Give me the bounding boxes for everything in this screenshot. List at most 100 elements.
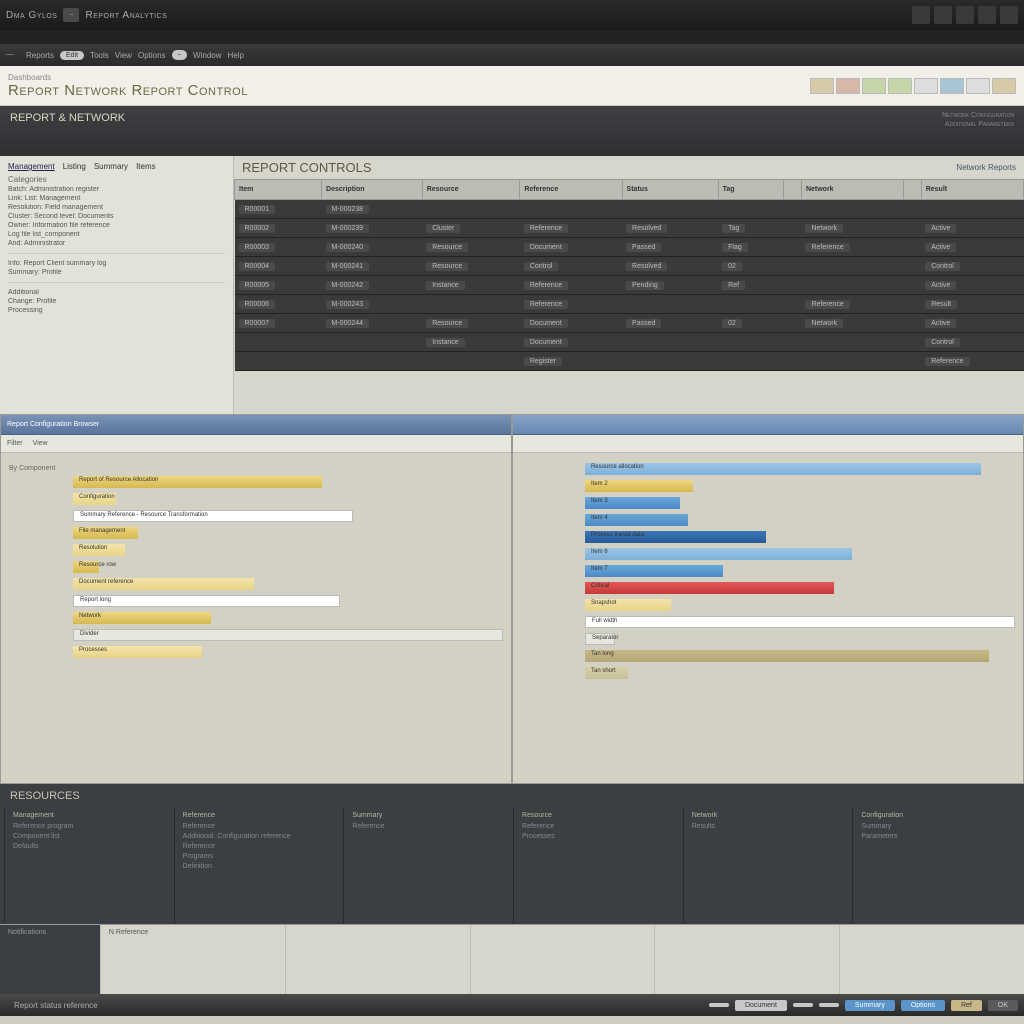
footer-link[interactable]: Component list bbox=[13, 833, 164, 840]
chart-bar[interactable]: Tan long bbox=[585, 650, 989, 662]
chart-bar[interactable]: Network bbox=[73, 612, 211, 624]
table-header[interactable] bbox=[784, 180, 802, 200]
sidebar-tab[interactable]: Summary bbox=[94, 162, 128, 171]
table-row[interactable]: R00005M-000242InstanceReferencePendingRe… bbox=[235, 276, 1024, 295]
footer-link[interactable]: Definition bbox=[183, 863, 334, 870]
status-item[interactable]: Options bbox=[901, 1000, 945, 1011]
footer-link[interactable]: Results bbox=[692, 823, 843, 830]
thumbnail[interactable] bbox=[810, 78, 834, 94]
table-row[interactable]: R00004M-000241ResourceControlResolved02C… bbox=[235, 257, 1024, 276]
chart-bar[interactable]: Item 2 bbox=[585, 480, 693, 492]
sidebar-line[interactable]: Summary: Profile bbox=[8, 269, 225, 276]
sidebar-line[interactable]: Processing bbox=[8, 307, 225, 314]
header-icon[interactable] bbox=[912, 6, 930, 24]
chart-bar[interactable]: Item 6 bbox=[585, 548, 852, 560]
thumbnail[interactable] bbox=[862, 78, 886, 94]
footer-link[interactable]: Processes bbox=[522, 833, 673, 840]
chart-bar[interactable]: Critical bbox=[585, 582, 834, 594]
table-header[interactable]: Resource bbox=[422, 180, 520, 200]
toolbar-item[interactable]: Window bbox=[193, 51, 221, 60]
sidebar-line[interactable]: Change: Profile bbox=[8, 298, 225, 305]
header-icon[interactable] bbox=[1000, 6, 1018, 24]
sidebar-line[interactable]: Cluster: Second level: Documents bbox=[8, 213, 225, 220]
status-item[interactable]: OK bbox=[988, 1000, 1018, 1011]
sidebar-line[interactable]: Link: List: Management bbox=[8, 195, 225, 202]
table-header[interactable]: Reference bbox=[520, 180, 622, 200]
status-item[interactable]: Summary bbox=[845, 1000, 895, 1011]
status-item[interactable] bbox=[709, 1003, 729, 1007]
table-row[interactable]: R00002M-000239ClusterReferenceResolvedTa… bbox=[235, 219, 1024, 238]
chart-bar[interactable]: Tan short bbox=[585, 667, 628, 679]
status-item[interactable]: Ref bbox=[951, 1000, 982, 1011]
thumbnail[interactable] bbox=[888, 78, 912, 94]
chart-bar[interactable]: Resource row bbox=[73, 561, 99, 573]
thumbnail[interactable] bbox=[966, 78, 990, 94]
table-header[interactable]: Status bbox=[622, 180, 718, 200]
header-icon[interactable] bbox=[956, 6, 974, 24]
thumbnail[interactable] bbox=[992, 78, 1016, 94]
panel-titlebar[interactable]: Report Configuration Browser bbox=[1, 415, 511, 435]
footer-link[interactable]: Parameters bbox=[861, 833, 1012, 840]
header-icon[interactable] bbox=[978, 6, 996, 24]
chart-bar[interactable]: Full width bbox=[585, 616, 1015, 628]
footer-link[interactable]: Defaults bbox=[13, 843, 164, 850]
chart-bar[interactable]: Processes bbox=[73, 646, 202, 658]
chart-bar[interactable]: Item 3 bbox=[585, 497, 680, 509]
sidebar-line[interactable]: Additional bbox=[8, 289, 225, 296]
chart-bar[interactable]: Configuration bbox=[73, 493, 116, 505]
table-row[interactable]: R00003M-000240ResourceDocumentPassedFlag… bbox=[235, 238, 1024, 257]
panel-titlebar[interactable] bbox=[513, 415, 1023, 435]
thumbnail[interactable] bbox=[914, 78, 938, 94]
chart-bar[interactable]: Document reference bbox=[73, 578, 254, 590]
chart-bar[interactable]: Separator bbox=[585, 633, 615, 645]
header-icon[interactable] bbox=[934, 6, 952, 24]
chart-bar[interactable]: Snapshot bbox=[585, 599, 671, 611]
table-row[interactable]: R00001M-000238 bbox=[235, 200, 1024, 219]
toolbar-item[interactable]: Options bbox=[138, 51, 166, 60]
chart-bar[interactable]: Report of Resource Allocation bbox=[73, 476, 322, 488]
status-item[interactable] bbox=[819, 1003, 839, 1007]
footer-link[interactable]: Reference bbox=[522, 823, 673, 830]
sidebar-line[interactable]: Log file list_component bbox=[8, 231, 225, 238]
toolbar-item[interactable]: Help bbox=[228, 51, 244, 60]
thumbnail[interactable] bbox=[940, 78, 964, 94]
chart-bar[interactable]: Item 4 bbox=[585, 514, 688, 526]
sidebar-line[interactable]: Owner: Information file reference bbox=[8, 222, 225, 229]
toolbar-item[interactable]: View bbox=[115, 51, 132, 60]
chart-bar[interactable]: Item 7 bbox=[585, 565, 723, 577]
table-row[interactable]: R00007M-000244ResourceDocumentPassed02Ne… bbox=[235, 314, 1024, 333]
table-row[interactable]: R00006M-000243ReferenceReferenceResult bbox=[235, 295, 1024, 314]
panel-sub-item[interactable]: Filter bbox=[7, 440, 23, 447]
table-row[interactable]: InstanceDocumentControl bbox=[235, 333, 1024, 352]
footer-link[interactable]: Reference bbox=[183, 843, 334, 850]
status-item[interactable] bbox=[793, 1003, 813, 1007]
thumbnail[interactable] bbox=[836, 78, 860, 94]
toolbar-item[interactable]: Tools bbox=[90, 51, 109, 60]
breadcrumb[interactable]: Dashboards bbox=[8, 73, 248, 82]
table-header[interactable]: Tag bbox=[718, 180, 784, 200]
chart-bar[interactable]: Resolution bbox=[73, 544, 125, 556]
chart-bar[interactable]: Resource allocation bbox=[585, 463, 981, 475]
footer-link[interactable]: Programs bbox=[183, 853, 334, 860]
table-header[interactable] bbox=[904, 180, 922, 200]
sidebar-line[interactable]: And: Administrator bbox=[8, 240, 225, 247]
toolbar-button[interactable]: Edit bbox=[60, 51, 84, 60]
table-row[interactable]: RegisterReference bbox=[235, 352, 1024, 371]
footer-link[interactable]: Reference program bbox=[13, 823, 164, 830]
sidebar-tab[interactable]: Management bbox=[8, 162, 55, 171]
footer-link[interactable]: Additional: Configuration reference bbox=[183, 833, 334, 840]
chart-bar[interactable]: Report long bbox=[73, 595, 340, 607]
sidebar-line[interactable]: Batch: Administration register bbox=[8, 186, 225, 193]
panel-sub-item[interactable]: View bbox=[33, 440, 48, 447]
sidebar-tab[interactable]: Items bbox=[136, 162, 156, 171]
chart-bar[interactable]: Divider bbox=[73, 629, 503, 641]
footer-link[interactable]: Summary bbox=[861, 823, 1012, 830]
table-header[interactable]: Item bbox=[235, 180, 322, 200]
footer-link[interactable]: Reference bbox=[352, 823, 503, 830]
chart-bar[interactable]: Process transit data bbox=[585, 531, 766, 543]
chart-bar[interactable]: Summary Reference - Resource Transformat… bbox=[73, 510, 353, 522]
sidebar-line[interactable]: Resolution: Field management bbox=[8, 204, 225, 211]
chart-bar[interactable]: File management bbox=[73, 527, 138, 539]
toolbar-item[interactable]: Reports bbox=[26, 51, 54, 60]
sidebar-tab[interactable]: Listing bbox=[63, 162, 86, 171]
